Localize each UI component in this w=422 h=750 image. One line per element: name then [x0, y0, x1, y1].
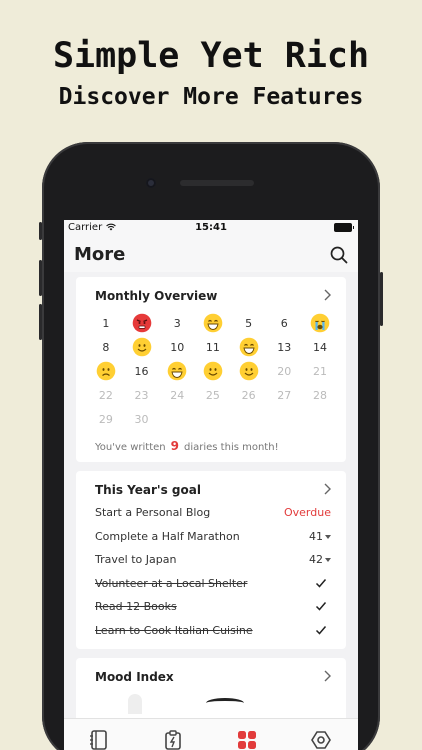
yearly-goal-title: This Year's goal	[95, 483, 201, 497]
goal-name: Complete a Half Marathon	[95, 529, 240, 543]
grid-icon[interactable]	[236, 729, 258, 750]
mood-laugh-icon[interactable]	[231, 335, 267, 359]
chevron-right-icon[interactable]	[322, 670, 332, 682]
chevron-right-icon[interactable]	[322, 483, 332, 495]
calendar-day[interactable]: 10	[159, 335, 195, 359]
calendar-week-row: 22 23 24 25 26 27 28	[88, 383, 338, 407]
monthly-overview-card[interactable]: Monthly Overview 1 3 5 6 8 10 11 13 14 16 20 21 22 23…	[76, 277, 346, 462]
calendar-day[interactable]: 16	[124, 359, 160, 383]
calendar-week-row: 16 20 21	[88, 359, 338, 383]
mood-angry-icon[interactable]	[124, 311, 160, 335]
goal-name: Learn to Cook Italian Cuisine	[95, 623, 253, 637]
calendar-day[interactable]: 25	[195, 383, 231, 407]
goal-name: Volunteer at a Local Shelter	[95, 576, 248, 590]
calendar-day[interactable]: 1	[88, 311, 124, 335]
calendar-day[interactable]: 6	[266, 311, 302, 335]
caret-down-icon	[325, 558, 331, 562]
calendar-day[interactable]: 27	[266, 383, 302, 407]
calendar-week-row: 1 3 56	[88, 311, 338, 335]
calendar-day[interactable]: 14	[302, 335, 338, 359]
calendar-week-row: 29 30	[88, 407, 338, 431]
calendar-day[interactable]: 28	[302, 383, 338, 407]
goal-name: Travel to Japan	[95, 553, 177, 566]
checkmark-icon	[315, 602, 327, 611]
promo-subtitle: Discover More Features	[58, 84, 364, 110]
battery-icon	[334, 223, 354, 232]
mood-sad-icon[interactable]	[88, 359, 124, 383]
goal-item[interactable]: Volunteer at a Local Shelter	[95, 574, 331, 594]
power-button	[380, 272, 383, 326]
page-header: More	[64, 236, 358, 272]
chevron-right-icon[interactable]	[322, 289, 332, 301]
goal-name: Start a Personal Blog	[95, 506, 211, 519]
promo-title: Simple Yet Rich	[52, 36, 370, 76]
goal-item[interactable]: Learn to Cook Italian Cuisine	[95, 621, 331, 641]
calendar-day[interactable]: 24	[159, 383, 195, 407]
calendar-week-row: 8 10 11 13 14	[88, 335, 338, 359]
calendar-day[interactable]: 26	[231, 383, 267, 407]
calendar-day[interactable]: 13	[266, 335, 302, 359]
calendar-day[interactable]: 29	[88, 407, 124, 431]
goal-item[interactable]: Read 12 Books	[95, 597, 331, 617]
mood-index-title: Mood Index	[95, 670, 174, 684]
phone-frame: Carrier 15:41 More Monthly Overview 1 3 …	[39, 142, 383, 750]
mood-laugh-icon[interactable]	[159, 359, 195, 383]
checkmark-icon	[315, 578, 327, 588]
monthly-overview-title: Monthly Overview	[95, 289, 218, 303]
calendar-day[interactable]: 30	[124, 407, 160, 431]
goal-status: Overdue	[284, 506, 331, 519]
screen: Carrier 15:41 More Monthly Overview 1 3 …	[64, 220, 358, 750]
caret-down-icon	[325, 534, 331, 539]
goal-day-count: 41	[309, 530, 331, 543]
calendar-day[interactable]: 23	[124, 383, 160, 407]
goal-item[interactable]: Complete a Half Marathon 41	[95, 527, 331, 547]
status-time: 15:41	[195, 222, 227, 233]
notebook-icon[interactable]	[88, 729, 110, 750]
mood-score-partial	[206, 698, 244, 708]
mood-calendar: 1 3 5 6 8 10 11 13 14 16 20 21 22 23 24 25 26 27 28 29 30	[88, 311, 338, 431]
written-count: 9	[170, 439, 179, 453]
calendar-day[interactable]: 20	[266, 359, 302, 383]
mute-switch	[39, 222, 42, 240]
goal-item[interactable]: Start a Personal Blog Overdue	[95, 503, 331, 523]
goal-name: Read 12 Books	[95, 600, 177, 613]
mood-gauge-decoration	[128, 694, 142, 714]
yearly-goal-card[interactable]: This Year's goal Start a Personal Blog Ov…	[76, 471, 346, 649]
tab-bar	[64, 718, 358, 750]
calendar-day[interactable]: 8	[88, 335, 124, 359]
mood-laugh-icon[interactable]	[195, 311, 231, 335]
written-summary: You've written 9 diaries this month!	[95, 439, 279, 453]
mood-smile-icon[interactable]	[231, 359, 267, 383]
speaker-grille	[180, 180, 254, 186]
front-camera	[146, 178, 156, 188]
page-title: More	[74, 244, 126, 265]
volume-down-button	[39, 304, 42, 340]
calendar-day[interactable]: 5	[231, 311, 267, 335]
goal-item[interactable]: Travel to Japan 42	[95, 550, 331, 570]
calendar-day[interactable]: 3	[159, 311, 195, 335]
mood-smile-icon[interactable]	[124, 335, 160, 359]
mood-smile-icon[interactable]	[195, 359, 231, 383]
calendar-day[interactable]: 22	[88, 383, 124, 407]
search-icon[interactable]	[330, 246, 348, 264]
checkmark-icon	[315, 625, 327, 635]
clipboard-icon[interactable]	[162, 729, 184, 750]
calendar-day[interactable]: 21	[302, 359, 338, 383]
volume-up-button	[39, 260, 42, 296]
calendar-day[interactable]: 11	[195, 335, 231, 359]
mood-cry-icon[interactable]	[302, 311, 338, 335]
status-bar: Carrier 15:41	[64, 220, 358, 236]
goal-day-count: 42	[309, 553, 331, 566]
hexagon-gear-icon[interactable]	[310, 729, 332, 750]
